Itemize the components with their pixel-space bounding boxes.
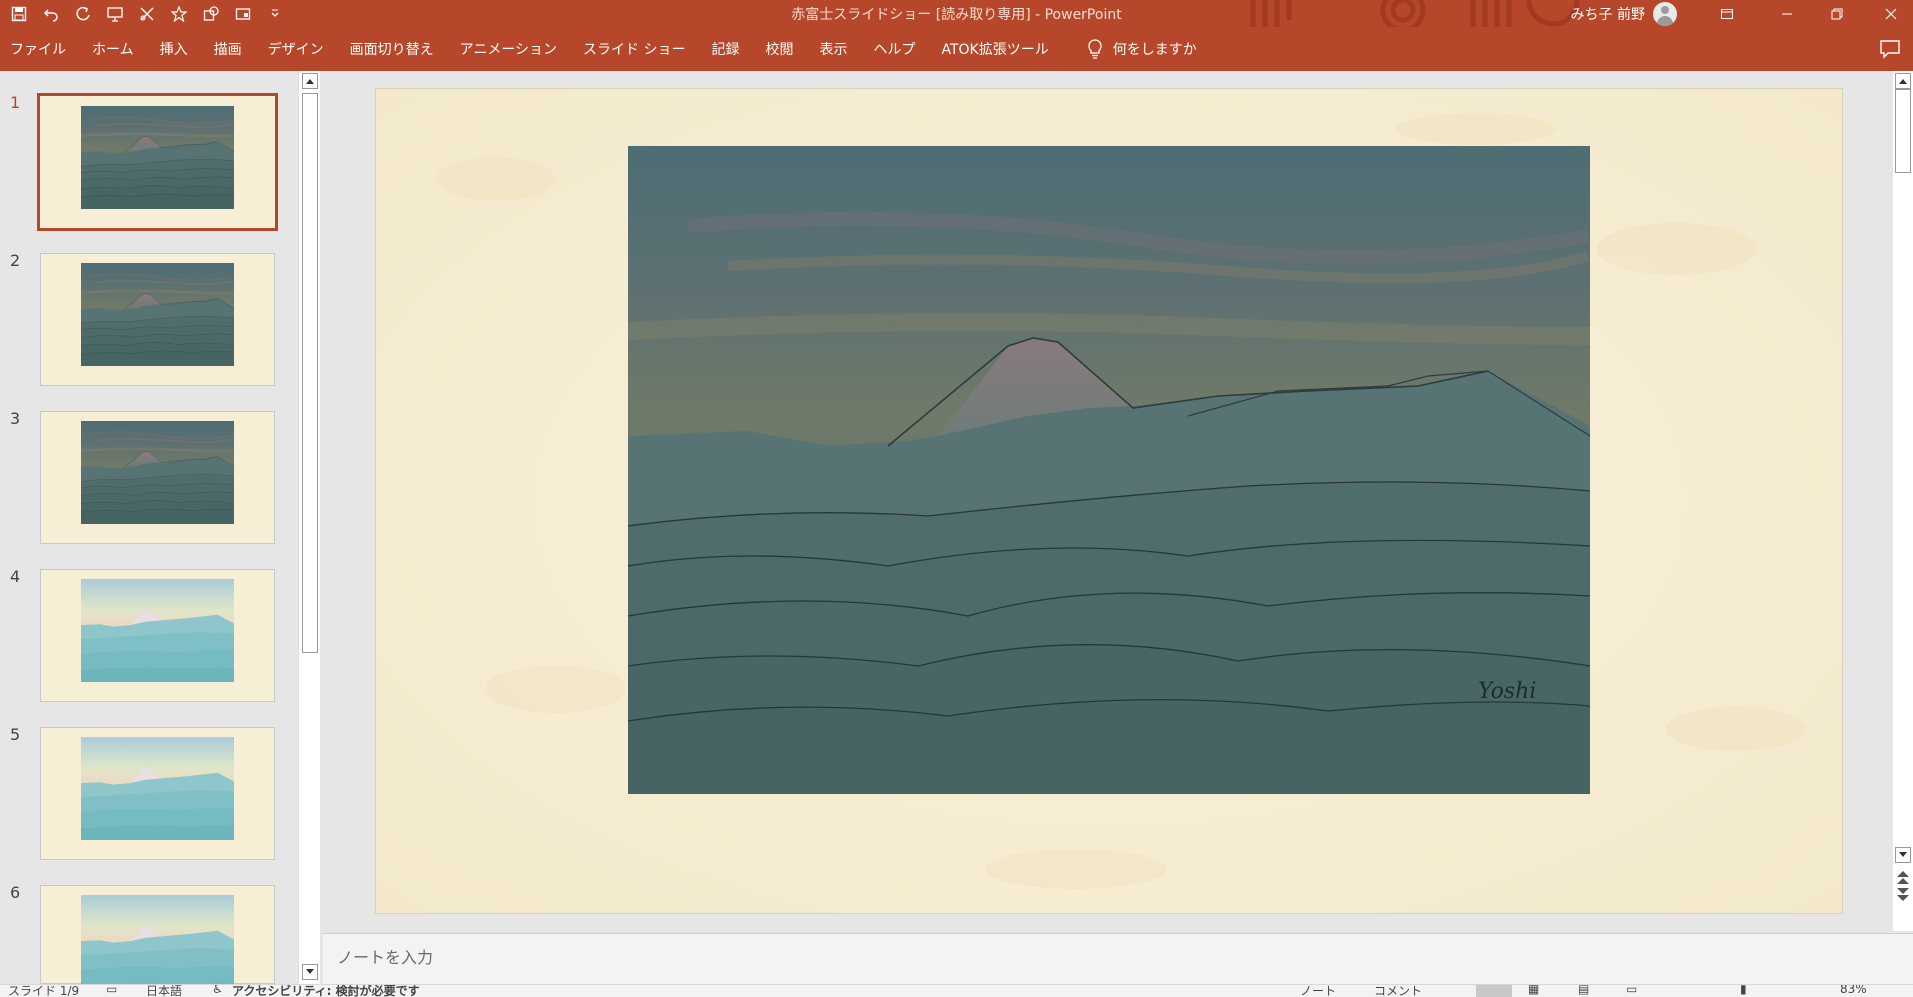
redo-icon[interactable]: [72, 3, 94, 25]
account-area[interactable]: みち子 前野: [1571, 0, 1677, 27]
tab-review[interactable]: 校閲: [766, 39, 807, 59]
tab-design[interactable]: デザイン: [268, 39, 337, 59]
user-name: みち子 前野: [1570, 6, 1645, 23]
status-bar: スライド 1/9 ▭ 日本語 ♿ アクセシビリティ: 検討が必要です ノート コ…: [0, 984, 1913, 997]
lightbulb-icon: [1088, 39, 1102, 59]
title-decoration: [1243, 0, 1583, 27]
thumbnail-scrollbar[interactable]: [298, 71, 320, 984]
undo-icon[interactable]: [40, 3, 62, 25]
caret-down-icon: [306, 969, 314, 974]
scrollbar-thumb[interactable]: [302, 93, 318, 653]
notes-placeholder[interactable]: ノートを入力: [337, 944, 433, 968]
notes-toggle[interactable]: ノート: [1300, 985, 1336, 997]
caret-down-icon: [1899, 852, 1907, 857]
tab-help[interactable]: ヘルプ: [874, 39, 929, 59]
caret-up-icon: [1899, 79, 1907, 84]
double-caret-down-icon: [1897, 888, 1909, 901]
avatar[interactable]: [1653, 1, 1677, 26]
thumbnail-image: [81, 106, 234, 209]
restore-button[interactable]: [1815, 0, 1859, 27]
save-icon[interactable]: [8, 3, 30, 25]
tab-animations[interactable]: アニメーション: [460, 39, 570, 59]
tab-home[interactable]: ホーム: [92, 39, 147, 59]
layout-icon[interactable]: [232, 3, 254, 25]
scroll-up-button[interactable]: [1895, 73, 1911, 89]
scroll-up-button[interactable]: [302, 73, 318, 89]
slide-thumbnail[interactable]: [40, 411, 275, 544]
tab-transitions[interactable]: 画面切り替え: [350, 39, 447, 59]
minimize-icon: [1782, 13, 1792, 14]
tab-draw[interactable]: 描画: [214, 39, 255, 59]
zoom-slider-handle[interactable]: ▮: [1740, 985, 1747, 996]
accessibility-status[interactable]: アクセシビリティ: 検討が必要です: [232, 985, 420, 997]
double-caret-up-icon: [1897, 871, 1909, 884]
scroll-down-button[interactable]: [302, 964, 318, 980]
slide-number: 3: [10, 409, 21, 428]
thumbnail-image: [81, 895, 234, 997]
tab-file[interactable]: ファイル: [10, 39, 79, 59]
close-icon: [1885, 8, 1897, 19]
thumbnail-image: [81, 421, 234, 524]
slide-sorter-icon[interactable]: ▦: [1528, 985, 1539, 996]
accessibility-icon[interactable]: ♿: [212, 985, 223, 996]
slide-indicator[interactable]: スライド 1/9: [8, 985, 79, 997]
slide-thumbnail[interactable]: [37, 93, 278, 231]
comment-icon[interactable]: [1879, 39, 1901, 59]
tab-record[interactable]: 記録: [712, 39, 753, 59]
slide-painting[interactable]: Yoshi: [628, 146, 1590, 794]
spellcheck-icon[interactable]: ▭: [106, 985, 117, 996]
customize-icon[interactable]: [264, 3, 286, 25]
comments-toggle[interactable]: コメント: [1374, 985, 1422, 997]
slide-canvas[interactable]: Yoshi: [375, 88, 1843, 914]
scrollbar-thumb[interactable]: [1895, 89, 1911, 173]
close-button[interactable]: [1869, 0, 1913, 27]
title-bar: 赤富士スライドショー [読み取り専用] - PowerPoint みち子 前野: [0, 0, 1913, 27]
ribbon-display-options-button[interactable]: [1705, 0, 1749, 27]
tell-me-label: 何をしますか: [1112, 42, 1197, 58]
slideshow-view-icon[interactable]: ▭: [1626, 985, 1637, 996]
scroll-down-button[interactable]: [1895, 847, 1911, 863]
shapes-icon[interactable]: [200, 3, 222, 25]
quick-access-toolbar: [8, 0, 286, 27]
thumbnail-image: [81, 737, 234, 840]
signature: Yoshi: [1478, 679, 1536, 704]
language-indicator[interactable]: 日本語: [146, 985, 182, 997]
tab-slideshow[interactable]: スライド ショー: [583, 39, 698, 59]
reading-view-icon[interactable]: ▤: [1578, 985, 1589, 996]
slide-number: 4: [10, 567, 21, 586]
thumbnail-image: [81, 579, 234, 682]
ribbon-tab-bar: ファイル ホーム 挿入 描画 デザイン 画面切り替え アニメーション スライド …: [0, 27, 1913, 71]
tab-insert[interactable]: 挿入: [160, 39, 201, 59]
slide-number: 5: [10, 725, 21, 744]
zoom-level[interactable]: 83%: [1840, 985, 1867, 996]
previous-slide-button[interactable]: [1896, 869, 1910, 885]
star-icon[interactable]: [168, 3, 190, 25]
tab-atok[interactable]: ATOK拡張ツール: [942, 39, 1062, 59]
slide-thumbnail[interactable]: [40, 885, 275, 984]
slide-thumbnail[interactable]: [40, 569, 275, 702]
slide-number: 6: [10, 883, 21, 902]
caret-up-icon: [306, 79, 314, 84]
notes-pane[interactable]: ノートを入力: [323, 933, 1913, 984]
slide-thumbnail-pane: 1 2 3 4 5 6: [0, 71, 322, 984]
capture-icon[interactable]: [136, 3, 158, 25]
thumbnail-image: [81, 263, 234, 366]
slide-thumbnail[interactable]: [40, 253, 275, 386]
main-scrollbar[interactable]: [1893, 71, 1913, 931]
ribbon-display-icon: [1721, 8, 1733, 19]
normal-view-button[interactable]: [1476, 985, 1512, 997]
from-beginning-icon[interactable]: [104, 3, 126, 25]
slide-thumbnail[interactable]: [40, 727, 275, 860]
next-slide-button[interactable]: [1896, 887, 1910, 903]
slide-number: 1: [10, 93, 21, 112]
tab-view[interactable]: 表示: [820, 39, 861, 59]
slide-number: 2: [10, 251, 21, 270]
minimize-button[interactable]: [1765, 0, 1809, 27]
restore-icon: [1831, 8, 1843, 19]
tell-me-box[interactable]: 何をしますか: [1087, 39, 1197, 59]
slide-editing-area: Yoshi: [323, 71, 1891, 931]
